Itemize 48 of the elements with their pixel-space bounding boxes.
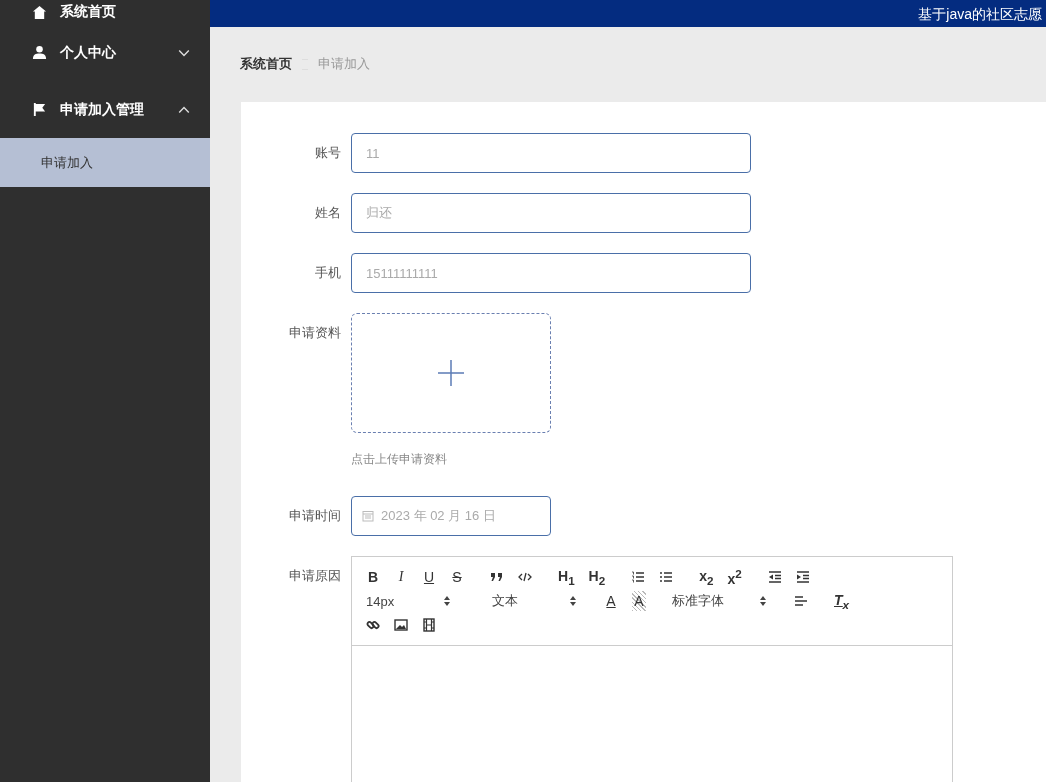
- plus-icon: [438, 360, 464, 386]
- field-label: 申请资料: [288, 324, 342, 342]
- app-title: 基于java的社区志愿: [918, 5, 1043, 22]
- bold-button[interactable]: B: [366, 567, 380, 587]
- menu-item[interactable]: 个人中心: [0, 24, 210, 81]
- image-icon[interactable]: [394, 618, 408, 632]
- heading-2-button[interactable]: H$_{2}$: [588, 567, 606, 587]
- underline-button[interactable]: U: [422, 567, 436, 587]
- outdent-icon[interactable]: [767, 570, 782, 584]
- menu-label: 系统首页: [60, 3, 117, 21]
- code-icon[interactable]: [518, 570, 532, 584]
- size-select[interactable]: 14px: [366, 591, 464, 611]
- updown-arrows-icon: [760, 596, 766, 606]
- text-color-button[interactable]: A: [604, 591, 618, 611]
- clear-format-button[interactable]: T$_{x}$: [834, 591, 850, 611]
- video-icon[interactable]: [422, 618, 436, 632]
- updown-arrows-icon: [570, 596, 576, 606]
- italic-button[interactable]: I: [394, 567, 408, 587]
- font-select[interactable]: 标准字体: [672, 591, 780, 611]
- ordered-list-icon[interactable]: [631, 570, 646, 584]
- menu-item[interactable]: 申请加入管理: [0, 81, 210, 138]
- updown-arrows-icon: [444, 596, 450, 606]
- submenu-item[interactable]: 申请加入: [0, 138, 210, 187]
- calendar-icon: [362, 510, 374, 522]
- strike-button[interactable]: S: [450, 567, 464, 587]
- link-icon[interactable]: [366, 618, 380, 632]
- background-color-button[interactable]: A: [632, 591, 646, 611]
- upload-hint: 点击上传申请资料: [351, 451, 448, 467]
- align-icon[interactable]: [794, 594, 808, 608]
- flag-icon: [32, 102, 47, 117]
- user-icon: [32, 45, 47, 60]
- superscript-button[interactable]: x$^{2}$: [727, 567, 742, 587]
- menu-item[interactable]: 系统首页: [0, 0, 210, 24]
- menu-label: 申请加入管理: [60, 100, 145, 119]
- menu-label: 个人中心: [60, 43, 117, 62]
- home-icon: [32, 4, 47, 20]
- bullet-list-icon[interactable]: [659, 570, 674, 584]
- field-label: 申请时间: [288, 507, 342, 525]
- subscript-button[interactable]: x$_{2}$: [699, 567, 714, 587]
- field-label: 姓名: [314, 204, 342, 222]
- heading-1-button[interactable]: H$_{1}$: [558, 567, 575, 587]
- field-label: 账号: [314, 144, 342, 162]
- field-label: 申请原因: [288, 567, 342, 585]
- quote-icon[interactable]: [490, 570, 504, 584]
- indent-icon[interactable]: [795, 570, 810, 584]
- header-select[interactable]: 文本: [492, 591, 590, 611]
- breadcrumb-link[interactable]: 系统首页: [240, 55, 292, 73]
- field-label: 手机: [314, 264, 342, 282]
